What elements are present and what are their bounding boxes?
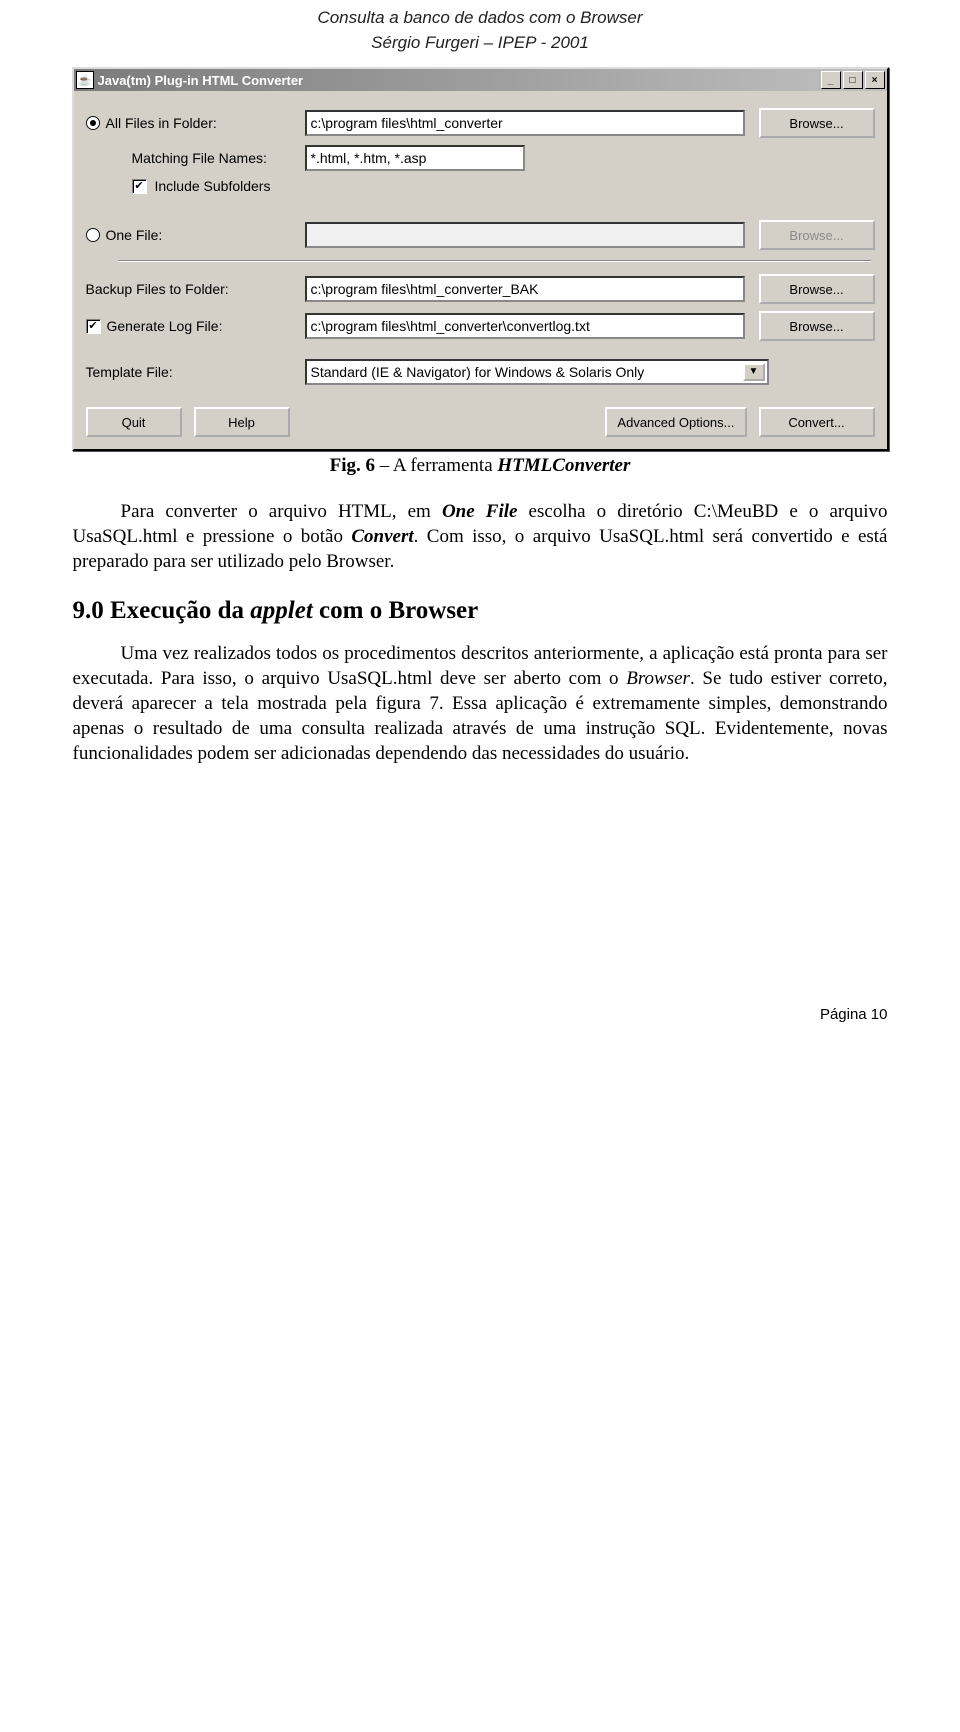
all-files-label: All Files in Folder: <box>106 115 217 131</box>
maximize-button[interactable]: □ <box>843 71 863 89</box>
browse-all-button[interactable]: Browse... <box>759 108 875 138</box>
page-header: Consulta a banco de dados com o Browser … <box>0 6 960 55</box>
matching-input[interactable]: *.html, *.htm, *.asp <box>305 145 525 171</box>
include-subfolders-checkbox[interactable]: ✔ <box>132 179 147 194</box>
genlog-checkbox[interactable]: ✔ <box>86 319 101 334</box>
minimize-button[interactable]: _ <box>821 71 841 89</box>
all-files-path-input[interactable]: c:\program files\html_converter <box>305 110 745 136</box>
browse-backup-button[interactable]: Browse... <box>759 274 875 304</box>
backup-label: Backup Files to Folder: <box>86 281 301 297</box>
page-number: Página 10 <box>73 1006 888 1023</box>
one-file-label: One File: <box>106 227 163 243</box>
include-subfolders-label: Include Subfolders <box>155 178 271 194</box>
template-select[interactable]: Standard (IE & Navigator) for Windows & … <box>305 359 769 385</box>
radio-one-file[interactable] <box>86 228 100 242</box>
close-button[interactable]: × <box>865 71 885 89</box>
figcap-label: Fig. 6 <box>330 455 375 476</box>
template-value: Standard (IE & Navigator) for Windows & … <box>311 364 645 380</box>
browse-genlog-button[interactable]: Browse... <box>759 311 875 341</box>
window-title: Java(tm) Plug-in HTML Converter <box>98 73 821 88</box>
advanced-options-button[interactable]: Advanced Options... <box>605 407 746 437</box>
titlebar[interactable]: ☕ Java(tm) Plug-in HTML Converter _ □ × <box>74 69 887 91</box>
chevron-down-icon[interactable]: ▼ <box>743 363 765 381</box>
app-window: ☕ Java(tm) Plug-in HTML Converter _ □ × … <box>72 67 889 451</box>
section-heading: 9.0 Execução da applet com o Browser <box>73 597 888 625</box>
paragraph-1: Para converter o arquivo HTML, em One Fi… <box>73 499 888 574</box>
radio-all-files[interactable] <box>86 116 100 130</box>
matching-label: Matching File Names: <box>132 150 301 166</box>
quit-button[interactable]: Quit <box>86 407 182 437</box>
header-line-1: Consulta a banco de dados com o Browser <box>0 6 960 31</box>
help-button[interactable]: Help <box>194 407 290 437</box>
template-label: Template File: <box>86 364 301 380</box>
divider <box>118 260 871 262</box>
genlog-input[interactable]: c:\program files\html_converter\convertl… <box>305 313 745 339</box>
one-file-input[interactable] <box>305 222 745 248</box>
figcap-name: HTMLConverter <box>497 455 630 476</box>
backup-input[interactable]: c:\program files\html_converter_BAK <box>305 276 745 302</box>
paragraph-2: Uma vez realizados todos os procedimento… <box>73 641 888 766</box>
header-line-2: Sérgio Furgeri – IPEP - 2001 <box>0 31 960 56</box>
figure-caption: Fig. 6 – A ferramenta HTMLConverter <box>74 455 887 477</box>
genlog-label: Generate Log File: <box>107 318 223 334</box>
convert-button[interactable]: Convert... <box>759 407 875 437</box>
figcap-text: – A ferramenta <box>375 455 497 476</box>
browse-one-button: Browse... <box>759 220 875 250</box>
java-icon: ☕ <box>76 71 94 89</box>
